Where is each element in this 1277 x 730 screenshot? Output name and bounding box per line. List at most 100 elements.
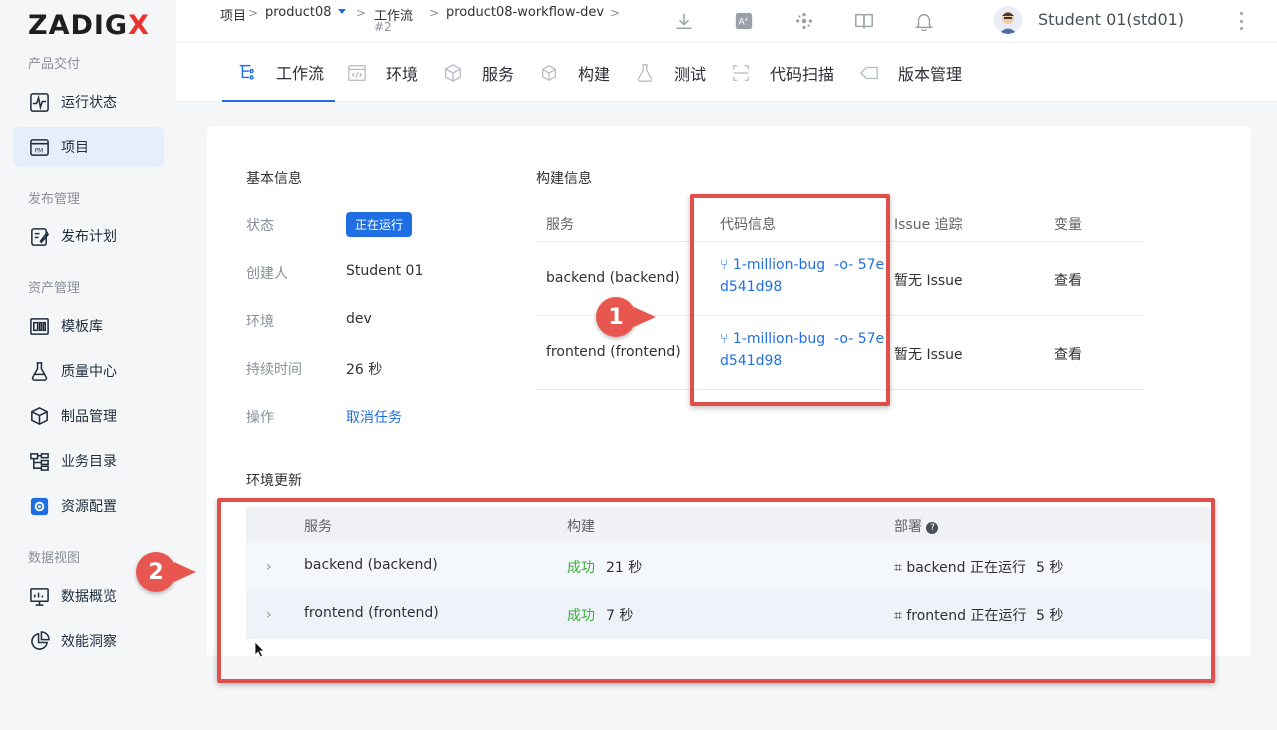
tab-service[interactable]: 服务	[442, 43, 514, 102]
sidebar-item-label: 发布计划	[61, 229, 117, 245]
workflow-icon	[236, 61, 258, 83]
issue-value: 暂无 Issue	[894, 273, 963, 289]
sidebar-item-release-plan[interactable]: 发布计划	[13, 216, 164, 256]
build-col-issue: Issue 追踪	[894, 217, 963, 233]
resource-gear-icon	[29, 496, 50, 517]
view-variables-link[interactable]: 查看	[1054, 344, 1082, 364]
section-label-assets: 资产管理	[28, 281, 81, 296]
business-catalog-icon	[29, 451, 50, 472]
sidebar-item-label: 模板库	[61, 319, 103, 335]
section-label-data-view: 数据视图	[28, 551, 81, 566]
breadcrumb-separator: >	[356, 6, 367, 20]
section-label-release: 发布管理	[28, 192, 81, 207]
tab-label: 测试	[674, 64, 707, 84]
breadcrumb-workflow-run-number: #2	[374, 20, 392, 34]
callout-arrow	[634, 307, 656, 327]
breadcrumb-projects[interactable]: 项目	[220, 5, 246, 24]
view-variables-link[interactable]: 查看	[1054, 270, 1082, 290]
pulse-icon	[29, 92, 50, 113]
creator-value: Student 01	[346, 263, 424, 279]
sidebar-item-label: 效能洞察	[61, 634, 117, 650]
status-label: 状态	[246, 218, 274, 234]
mouse-cursor-icon	[254, 641, 265, 658]
tab-label: 版本管理	[898, 64, 963, 84]
sidebar-item-label: 制品管理	[61, 409, 117, 425]
service-cube-icon	[442, 62, 464, 84]
build-row-service: backend (backend)	[546, 270, 680, 286]
top-header: 项目 > product08 > 工作流 #2 > product08-work…	[176, 0, 1277, 42]
creator-label: 创建人	[246, 266, 288, 282]
issue-value: 暂无 Issue	[894, 347, 963, 363]
plugin-icon[interactable]	[793, 10, 815, 32]
data-overview-icon	[29, 586, 50, 607]
section-label-delivery: 产品交付	[28, 57, 81, 72]
user-name[interactable]: Student 01(std01)	[1038, 10, 1184, 29]
build-row-service: frontend (frontend)	[546, 344, 681, 360]
docs-book-icon[interactable]	[853, 10, 875, 32]
sidebar-item-business-catalog[interactable]: 业务目录	[13, 441, 164, 481]
translate-icon[interactable]: Az	[733, 10, 755, 32]
tab-environment[interactable]: 环境	[346, 43, 418, 102]
zadig-logo[interactable]: ZADIGX	[28, 10, 150, 41]
sidebar-item-project[interactable]: PM 项目	[13, 127, 164, 167]
duration-value: 26 秒	[346, 362, 383, 378]
sidebar-item-template-library[interactable]: 模板库	[13, 306, 164, 346]
flask-icon	[29, 361, 50, 382]
sidebar-item-quality-center[interactable]: 质量中心	[13, 351, 164, 391]
avatar[interactable]	[994, 6, 1022, 34]
tab-label: 代码扫描	[770, 64, 835, 84]
tab-version-management[interactable]: 版本管理	[858, 43, 962, 102]
test-flask-icon	[634, 62, 656, 84]
project-pm-icon: PM	[29, 137, 50, 158]
release-plan-icon	[29, 226, 50, 247]
tab-code-scan[interactable]: 代码扫描	[730, 43, 834, 102]
breadcrumb-project-select[interactable]: product08	[265, 5, 346, 20]
breadcrumb-separator: >	[610, 6, 621, 20]
download-icon[interactable]	[673, 10, 695, 32]
tab-label: 构建	[578, 64, 611, 84]
sidebar-item-label: 业务目录	[61, 454, 117, 470]
cancel-task-link[interactable]: 取消任务	[346, 407, 402, 427]
sidebar-item-label: 数据概览	[61, 589, 117, 605]
artifact-box-icon	[29, 406, 50, 427]
pie-chart-icon	[29, 630, 50, 652]
template-library-icon	[29, 316, 50, 337]
project-tabs: 工作流 环境 服务 构建 测试 代码扫描 版本管理	[176, 42, 1277, 102]
tab-label: 服务	[482, 64, 515, 84]
sidebar-item-label: 项目	[61, 140, 89, 156]
status-badge: 正在运行	[346, 212, 413, 237]
environment-code-icon	[346, 62, 368, 84]
sidebar-item-artifact-management[interactable]: 制品管理	[13, 396, 164, 436]
build-info-title: 构建信息	[536, 171, 592, 187]
breadcrumb-separator: >	[248, 6, 259, 20]
highlight-box-env-update	[217, 498, 1215, 683]
code-scan-icon	[730, 62, 752, 84]
more-options-icon[interactable]	[1238, 12, 1244, 30]
env-update-title: 环境更新	[246, 473, 302, 489]
breadcrumb-workflow-name[interactable]: product08-workflow-dev	[446, 5, 604, 20]
callout-2: 2	[136, 552, 198, 592]
tab-workflow[interactable]: 工作流	[222, 43, 335, 102]
sidebar-item-label: 资源配置	[61, 499, 117, 515]
sidebar-item-resource-config[interactable]: 资源配置	[13, 486, 164, 526]
basic-info-title: 基本信息	[246, 171, 302, 187]
bell-icon[interactable]	[913, 10, 935, 32]
tab-label: 环境	[386, 64, 419, 84]
build-col-variables: 变量	[1054, 217, 1082, 233]
tab-label: 工作流	[276, 63, 325, 83]
environment-label: 环境	[246, 314, 274, 330]
caret-down-icon	[337, 9, 346, 14]
sidebar: ZADIGX 产品交付 运行状态 PM 项目 发布管理 发布计划 资产管理 模板…	[0, 0, 176, 730]
sidebar-item-efficiency-insight[interactable]: 效能洞察	[13, 621, 164, 661]
highlight-box-code-info	[690, 194, 890, 406]
tab-test[interactable]: 测试	[634, 43, 706, 102]
duration-label: 持续时间	[246, 362, 302, 378]
sidebar-item-runtime-status[interactable]: 运行状态	[13, 82, 164, 122]
build-col-service: 服务	[546, 217, 574, 233]
sidebar-item-label: 质量中心	[61, 364, 117, 380]
tab-build[interactable]: 构建	[538, 43, 610, 102]
version-tag-icon	[858, 62, 880, 84]
breadcrumb-separator: >	[429, 6, 440, 20]
action-label: 操作	[246, 410, 274, 426]
callout-1: 1	[596, 297, 658, 337]
